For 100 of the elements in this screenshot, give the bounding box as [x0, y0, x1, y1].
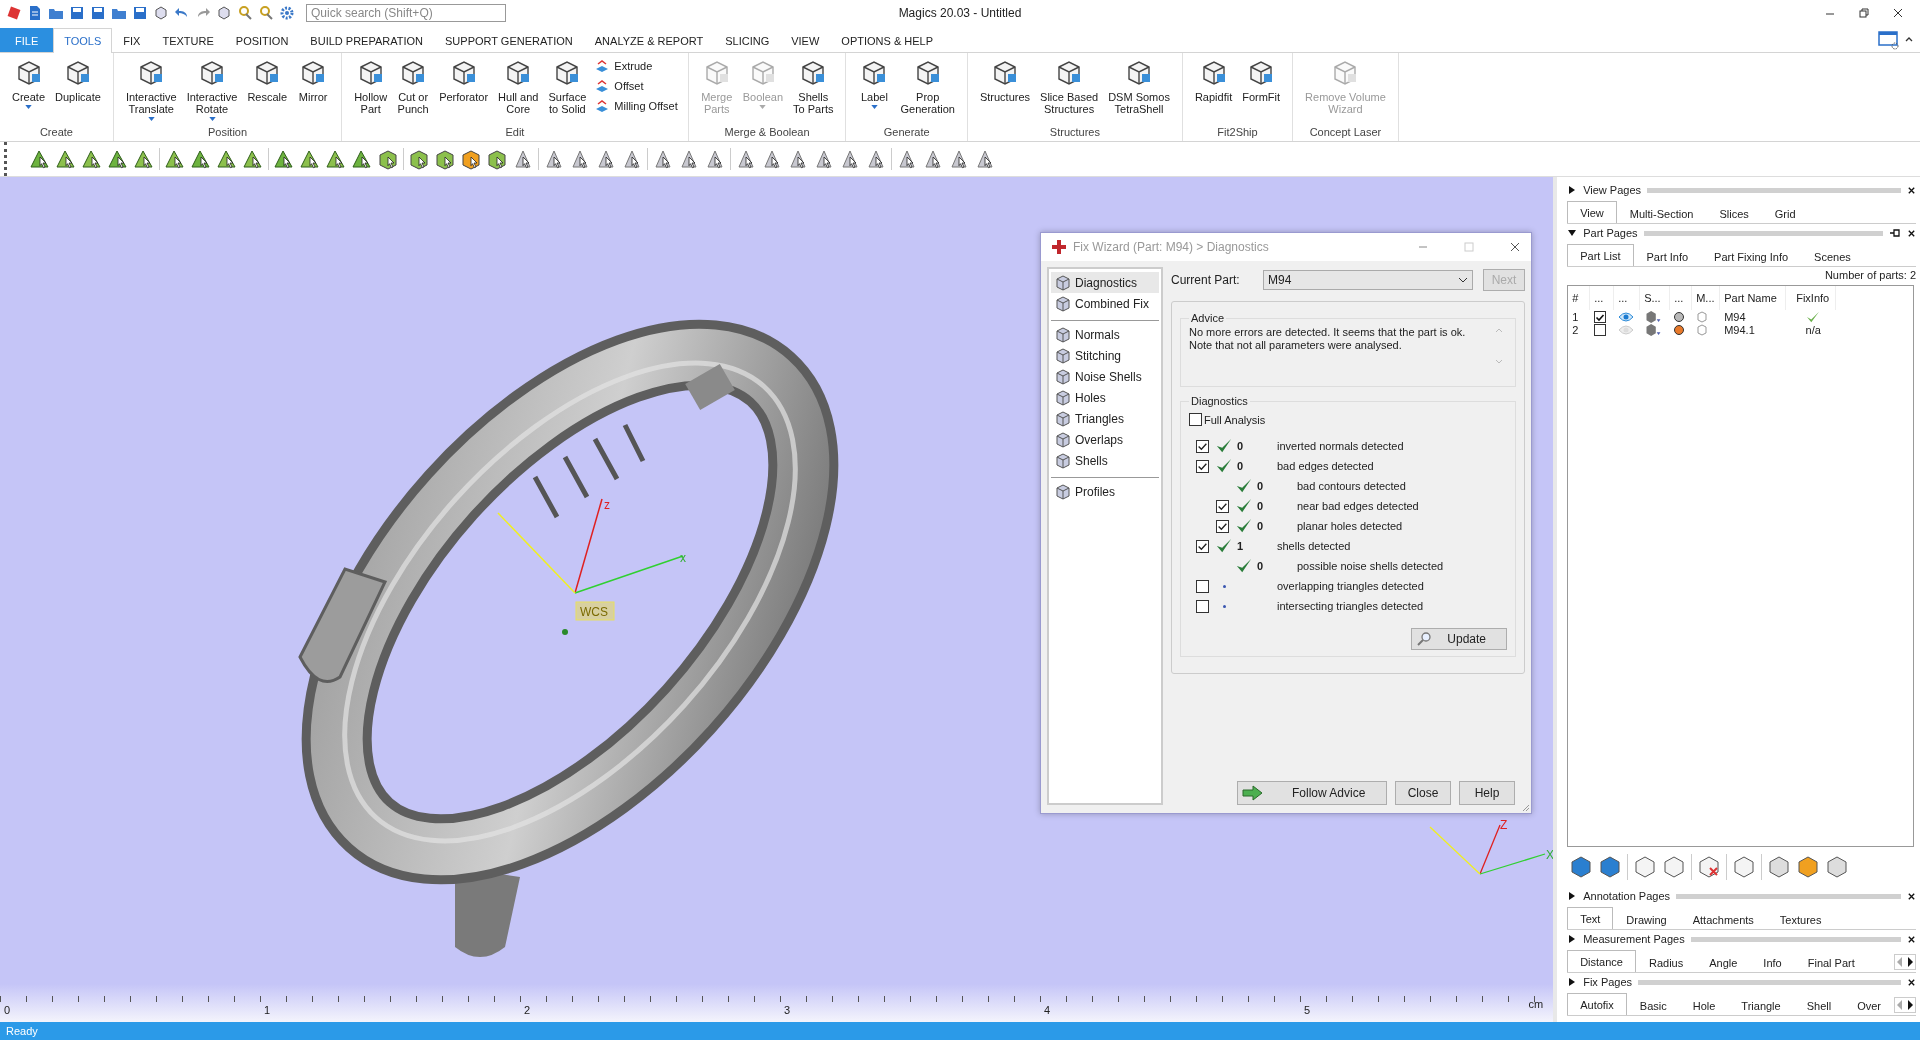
panel-tab[interactable]: Shell	[1793, 995, 1845, 1015]
panel-tab[interactable]: Final Part	[1794, 952, 1868, 972]
wizard-nav-item[interactable]: Normals	[1051, 324, 1159, 345]
quick-search-field[interactable]: Quick search (Shift+Q)	[306, 4, 506, 22]
update-button[interactable]: Update	[1411, 628, 1507, 650]
checkbox[interactable]	[1195, 459, 1209, 473]
app-logo-icon[interactable]	[6, 5, 22, 21]
panel-tab[interactable]: Info	[1750, 952, 1795, 972]
ribbon-button[interactable]: Duplicate	[51, 55, 105, 126]
shape-cursor-icon[interactable]	[652, 148, 674, 170]
wizard-nav-item[interactable]: Stitching	[1051, 345, 1159, 366]
cube-icon[interactable]	[1633, 855, 1658, 879]
shape-cursor-icon[interactable]	[865, 148, 887, 170]
panel-tab[interactable]: Over	[1844, 995, 1894, 1015]
column-header[interactable]: Part Name	[1720, 286, 1787, 310]
cube-icon[interactable]	[1796, 855, 1821, 879]
shape-cursor-icon[interactable]	[896, 148, 918, 170]
panel-tab[interactable]: Text	[1567, 907, 1614, 929]
panel-tab[interactable]: Part Fixing Info	[1701, 246, 1802, 266]
save-icon[interactable]	[69, 5, 85, 21]
color-dot[interactable]	[1674, 311, 1685, 322]
close-icon[interactable]	[1907, 228, 1916, 238]
shape-cursor-icon[interactable]	[512, 148, 534, 170]
shape-cursor-icon[interactable]	[29, 148, 51, 170]
cube-icon[interactable]	[1662, 855, 1687, 879]
follow-advice-button[interactable]: Follow Advice	[1237, 781, 1387, 805]
scroll-right-icon[interactable]	[1905, 998, 1915, 1012]
ribbon-tab[interactable]: TEXTURE	[151, 28, 225, 52]
checkbox[interactable]	[1594, 323, 1607, 336]
shape-cursor-icon[interactable]	[408, 148, 430, 170]
document-icon[interactable]	[27, 5, 43, 21]
checkbox[interactable]	[1195, 579, 1209, 593]
checkbox[interactable]	[1189, 413, 1202, 426]
ribbon-button[interactable]: Rescale	[243, 55, 292, 126]
shape-cursor-icon[interactable]	[434, 148, 456, 170]
shape-cursor-icon[interactable]	[543, 148, 565, 170]
cube-icon[interactable]	[1644, 323, 1663, 336]
wizard-nav-item[interactable]: Noise Shells	[1051, 366, 1159, 387]
checkbox[interactable]	[1594, 310, 1607, 323]
ribbon-small-button[interactable]: Milling Offset	[592, 97, 680, 115]
ribbon-button[interactable]: Rapidfit	[1190, 55, 1237, 126]
eye-icon[interactable]	[1618, 311, 1635, 322]
shape-cursor-icon[interactable]	[569, 148, 591, 170]
search-icon[interactable]	[237, 5, 253, 21]
panel-tab[interactable]: Part List	[1567, 244, 1634, 266]
shape-cursor-icon[interactable]	[325, 148, 347, 170]
panel-tab[interactable]: Radius	[1635, 952, 1697, 972]
ribbon-tab[interactable]: SLICING	[714, 28, 781, 52]
gear-icon[interactable]	[279, 5, 295, 21]
shape-cursor-icon[interactable]	[81, 148, 103, 170]
cube-icon[interactable]	[1825, 855, 1850, 879]
close-icon[interactable]	[1907, 891, 1916, 901]
search-icon[interactable]	[258, 5, 274, 21]
shape-cursor-icon[interactable]	[621, 148, 643, 170]
color-dot[interactable]	[1674, 324, 1685, 335]
panel-tab[interactable]: Angle	[1696, 952, 1751, 972]
ribbon-button[interactable]: Prop Generation	[896, 55, 959, 126]
pin-icon[interactable]	[1889, 228, 1901, 238]
cube-icon[interactable]	[1767, 855, 1792, 879]
panel-tab[interactable]: Grid	[1761, 203, 1809, 223]
panel-tab[interactable]: Drawing	[1613, 909, 1680, 929]
shape-cursor-icon[interactable]	[351, 148, 373, 170]
shape-cursor-icon[interactable]	[839, 148, 861, 170]
wizard-nav-item[interactable]: Shells	[1051, 450, 1159, 471]
panel-tab[interactable]: Autofix	[1567, 993, 1627, 1015]
column-header[interactable]: M...	[1692, 286, 1721, 310]
shape-cursor-icon[interactable]	[704, 148, 726, 170]
shape-cursor-icon[interactable]	[922, 148, 944, 170]
screen-settings-icon[interactable]	[1878, 30, 1900, 50]
shape-cursor-icon[interactable]	[55, 148, 77, 170]
panel-tab[interactable]: Triangle	[1728, 995, 1794, 1015]
shape-cursor-icon[interactable]	[299, 148, 321, 170]
dialog-button[interactable]: Close	[1395, 781, 1451, 805]
column-header[interactable]: S...	[1640, 286, 1671, 310]
shape-cursor-icon[interactable]	[974, 148, 996, 170]
checkbox[interactable]	[1215, 499, 1229, 513]
ribbon-button[interactable]: Hollow Part	[350, 55, 392, 126]
shape-cursor-icon[interactable]	[595, 148, 617, 170]
panel-tab[interactable]: Slices	[1706, 203, 1762, 223]
shape-cursor-icon[interactable]	[735, 148, 757, 170]
ribbon-small-button[interactable]: Offset	[592, 77, 680, 95]
ribbon-button[interactable]: Create	[8, 55, 50, 126]
resize-grip-icon[interactable]	[1520, 802, 1530, 812]
cube-icon[interactable]	[153, 5, 169, 21]
shape-cursor-icon[interactable]	[133, 148, 155, 170]
ribbon-tab[interactable]: FIX	[112, 28, 152, 52]
ribbon-tab[interactable]: TOOLS	[53, 28, 113, 53]
shape-cursor-icon[interactable]	[761, 148, 783, 170]
shape-cursor-icon[interactable]	[242, 148, 264, 170]
wizard-nav-item[interactable]: Diagnostics	[1051, 272, 1159, 293]
wizard-nav-item[interactable]: Combined Fix	[1051, 293, 1159, 314]
ribbon-small-button[interactable]: Extrude	[592, 57, 680, 75]
ribbon-tab[interactable]: ANALYZE & REPORT	[583, 28, 715, 52]
shape-cursor-icon[interactable]	[948, 148, 970, 170]
shape-cursor-icon[interactable]	[216, 148, 238, 170]
ribbon-button[interactable]: FormFit	[1238, 55, 1285, 126]
close-icon[interactable]	[1907, 977, 1916, 987]
ribbon-button[interactable]: Interactive Rotate	[182, 55, 242, 126]
column-header[interactable]: FixInfo	[1786, 286, 1837, 310]
shape-cursor-icon[interactable]	[678, 148, 700, 170]
